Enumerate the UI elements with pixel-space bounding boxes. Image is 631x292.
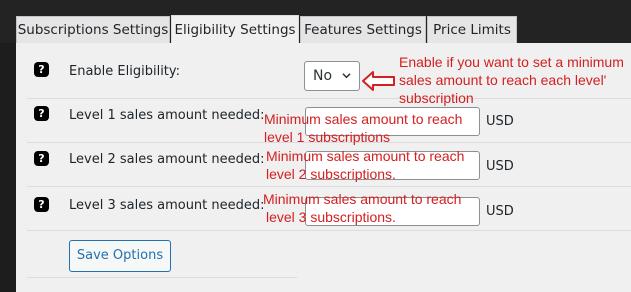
level1-annotation-line1: Minimum sales amount to reach	[264, 111, 463, 127]
eligibility-annotation-line2: sales amount to reach each level'	[399, 72, 607, 88]
save-options-button[interactable]: Save Options	[69, 240, 171, 272]
help-icon[interactable]: ?	[34, 151, 49, 166]
level2-annotation-line2: level 2 subscriptions.	[266, 166, 396, 182]
chevron-down-icon	[342, 73, 351, 79]
tab-subscriptions-settings[interactable]: Subscriptions Settings	[16, 16, 170, 43]
tab-price-limits[interactable]: Price Limits	[427, 16, 517, 43]
enable-eligibility-select[interactable]: No	[304, 61, 360, 91]
help-icon[interactable]: ?	[34, 62, 49, 77]
level3-label: Level 3 sales amount needed:	[69, 198, 265, 213]
help-icon[interactable]: ?	[34, 106, 49, 121]
arrow-left-icon	[362, 71, 395, 91]
level2-annotation-line1: Minimum sales amount to reach	[266, 148, 465, 164]
tab-eligibility-settings[interactable]: Eligibility Settings	[171, 15, 299, 44]
divider	[27, 277, 297, 278]
level1-label: Level 1 sales amount needed:	[69, 108, 265, 123]
level3-annotation-line1: Minimum sales amount to reach	[263, 191, 462, 207]
level2-label: Level 2 sales amount needed:	[69, 152, 265, 167]
tab-bar: Subscriptions Settings Eligibility Setti…	[0, 0, 631, 44]
eligibility-annotation-line1: Enable if you want to set a minimum	[399, 54, 624, 70]
level3-unit: USD	[486, 204, 514, 219]
help-icon[interactable]: ?	[34, 197, 49, 212]
level1-unit: USD	[486, 114, 514, 129]
level2-unit: USD	[486, 159, 514, 174]
enable-eligibility-value: No	[313, 68, 333, 84]
enable-eligibility-label: Enable Eligibility:	[69, 64, 181, 79]
level3-annotation-line2: level 3 subscriptions.	[266, 209, 396, 225]
tab-features-settings[interactable]: Features Settings	[300, 16, 426, 43]
